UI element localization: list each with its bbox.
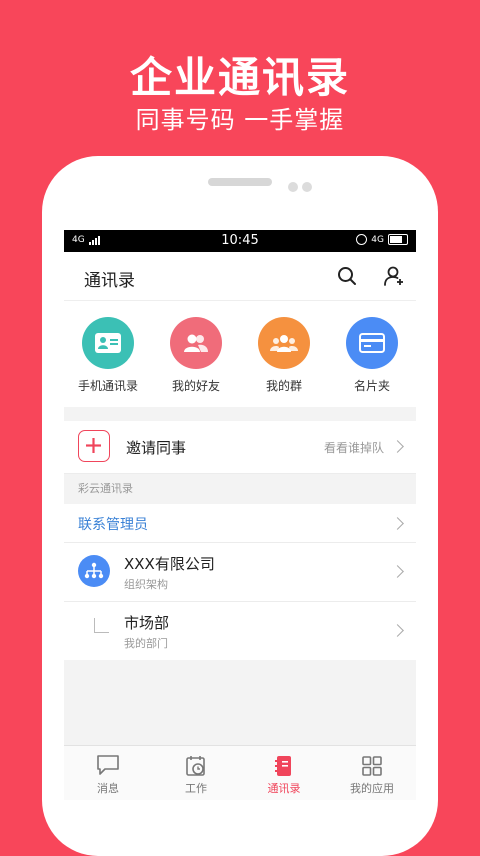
department-name: 市场部 <box>124 614 170 632</box>
quick-action-business-cards[interactable]: 名片夹 <box>328 301 416 407</box>
network-type-right: 4G <box>371 234 384 245</box>
chevron-right-icon <box>391 440 404 453</box>
tab-label: 消息 <box>97 782 119 795</box>
quick-action-label: 我的群 <box>265 379 302 393</box>
divider <box>64 407 416 421</box>
plus-icon <box>78 430 110 462</box>
battery-icon <box>388 234 408 245</box>
tab-label: 我的应用 <box>350 782 394 795</box>
invite-label: 邀请同事 <box>126 439 187 457</box>
chevron-right-icon <box>391 517 404 530</box>
app-header: 通讯录 <box>64 252 416 301</box>
tree-connector <box>94 618 109 633</box>
quick-action-label: 我的好友 <box>171 379 220 393</box>
section-title: 彩云通讯录 <box>64 474 416 504</box>
promo-subtitle: 同事号码 一手掌握 <box>135 106 345 134</box>
add-person-icon[interactable] <box>382 264 406 288</box>
phone-camera <box>302 182 312 192</box>
tab-messages[interactable]: 消息 <box>64 746 152 800</box>
business-card-icon <box>346 317 398 369</box>
quick-action-my-friends[interactable]: 我的好友 <box>152 301 240 407</box>
search-icon[interactable] <box>335 264 359 288</box>
friends-icon <box>170 317 222 369</box>
chevron-right-icon <box>391 624 404 637</box>
alarm-icon <box>356 234 368 245</box>
quick-action-label: 名片夹 <box>353 379 390 393</box>
tab-label: 工作 <box>185 782 207 795</box>
calendar-clock-icon <box>186 756 205 776</box>
department-row[interactable]: 市场部 我的部门 <box>64 602 416 660</box>
contact-card-icon <box>82 317 134 369</box>
contact-admin-label: 联系管理员 <box>78 517 148 533</box>
bottom-tab-bar: 消息 工作 通讯录 我的应用 <box>64 745 416 800</box>
app-screen: 4G 10:45 4G 通讯录 手机通讯录 我的好友 我的群 名片夹 邀请同事 … <box>64 230 416 800</box>
org-chart-icon <box>78 555 110 587</box>
quick-actions-grid: 手机通讯录 我的好友 我的群 名片夹 <box>64 301 416 407</box>
status-right: 4G <box>356 234 408 245</box>
promo-title: 企业通讯录 <box>129 53 350 102</box>
group-icon <box>258 317 310 369</box>
message-icon <box>97 755 119 775</box>
apps-grid-icon <box>362 756 382 776</box>
department-subtitle: 我的部门 <box>124 637 168 650</box>
chevron-right-icon <box>391 565 404 578</box>
page-title: 通讯录 <box>84 271 135 291</box>
status-bar: 4G 10:45 4G <box>64 230 416 252</box>
phone-speaker <box>208 178 272 186</box>
tab-work[interactable]: 工作 <box>152 746 240 800</box>
phone-sensor <box>288 182 298 192</box>
contact-admin-row[interactable]: 联系管理员 <box>64 504 416 543</box>
tab-contacts[interactable]: 通讯录 <box>240 746 328 800</box>
invite-hint: 看看谁掉队 <box>323 441 384 455</box>
quick-action-label: 手机通讯录 <box>77 379 138 393</box>
org-subtitle: 组织架构 <box>124 578 168 591</box>
tab-my-apps[interactable]: 我的应用 <box>328 746 416 800</box>
quick-action-my-groups[interactable]: 我的群 <box>240 301 328 407</box>
address-book-icon <box>275 756 291 776</box>
org-row[interactable]: XXX有限公司 组织架构 <box>64 543 416 602</box>
invite-colleagues-row[interactable]: 邀请同事 看看谁掉队 <box>64 421 416 474</box>
quick-action-phone-contacts[interactable]: 手机通讯录 <box>64 301 152 407</box>
tab-label: 通讯录 <box>267 782 301 795</box>
org-name: XXX有限公司 <box>124 555 215 573</box>
